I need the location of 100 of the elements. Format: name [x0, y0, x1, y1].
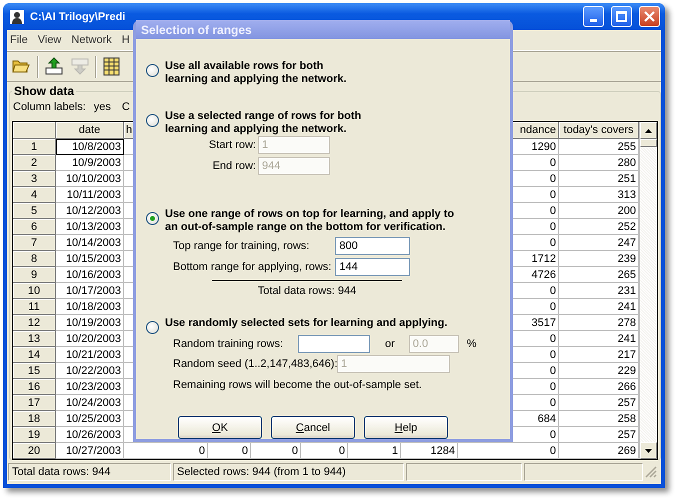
row-header[interactable]: 4 — [13, 187, 56, 203]
table-cell: 10/27/2003 — [56, 443, 124, 459]
table-cell: 0 — [458, 443, 559, 459]
field-label: End row: — [212, 159, 257, 174]
up-arrow-icon — [645, 128, 652, 132]
table-cell: 10/22/2003 — [56, 363, 124, 379]
row-header[interactable]: 7 — [13, 235, 56, 251]
table-cell: 10/21/2003 — [56, 347, 124, 363]
scrollbar[interactable] — [639, 122, 657, 459]
column-labels-label: Column labels: — [13, 100, 86, 112]
field-label: Start row: — [208, 138, 257, 153]
table-cell: 0 — [124, 443, 208, 459]
row-header[interactable]: 3 — [13, 171, 56, 187]
table-icon — [102, 57, 122, 76]
maximize-button[interactable] — [611, 6, 632, 27]
row-header[interactable]: 15 — [13, 363, 56, 379]
status-text: Total data rows: 944 — [8, 462, 171, 480]
menu-item[interactable]: File — [10, 34, 28, 46]
table-cell: 10/25/2003 — [56, 411, 124, 427]
column-header[interactable]: h — [126, 124, 132, 136]
row-header[interactable]: 1 — [13, 139, 56, 155]
maximize-icon — [616, 11, 627, 22]
table-cell: 10/18/2003 — [56, 299, 124, 315]
row-header[interactable]: 16 — [13, 379, 56, 395]
table-cell: 10/26/2003 — [56, 427, 124, 443]
table-cell: 1284 — [401, 443, 458, 459]
radio-button[interactable] — [146, 212, 159, 225]
table-cell: 10/13/2003 — [56, 219, 124, 235]
row-header[interactable]: 14 — [13, 347, 56, 363]
table-cell: 10/19/2003 — [56, 315, 124, 331]
table-cell: 10/23/2003 — [56, 379, 124, 395]
field-label: Random training rows: — [173, 338, 284, 350]
down-arrow-icon — [645, 448, 652, 452]
row-header[interactable]: 9 — [13, 267, 56, 283]
row-header[interactable]: 19 — [13, 427, 56, 443]
column-labels-value: yes — [94, 100, 111, 112]
table-cell: 10/14/2003 — [56, 235, 124, 251]
table-cell: 10/16/2003 — [56, 267, 124, 283]
row-header[interactable]: 5 — [13, 203, 56, 219]
table-cell: 10/8/2003 — [56, 139, 124, 155]
table-cell: 10/15/2003 — [56, 251, 124, 267]
resize-grip-icon — [645, 466, 657, 478]
field-label: % — [466, 338, 477, 350]
table-cell: 0 — [251, 443, 301, 459]
scroll-up-button[interactable] — [640, 122, 657, 139]
table-cell: 1 — [348, 443, 401, 459]
table-cell: 10/11/2003 — [56, 187, 124, 203]
menu-item[interactable]: View — [38, 34, 62, 46]
field-label: or — [385, 338, 395, 350]
window-title: C:\AI Trilogy\Predi — [30, 10, 126, 22]
row-header[interactable]: 10 — [13, 283, 56, 299]
table-cell: 0 — [301, 443, 348, 459]
dialog-button[interactable]: Cancel — [271, 416, 355, 439]
radio-button[interactable] — [146, 321, 159, 334]
row-header[interactable]: 20 — [13, 443, 56, 459]
table-cell: 10/24/2003 — [56, 395, 124, 411]
radio-button[interactable] — [146, 114, 159, 127]
close-icon — [644, 11, 655, 22]
minimize-icon — [590, 19, 597, 22]
input-field[interactable]: 800 — [335, 237, 410, 255]
scroll-down-button[interactable] — [640, 442, 657, 459]
table-cell: 10/12/2003 — [56, 203, 124, 219]
input-field[interactable]: 144 — [335, 258, 410, 276]
status-text: Selected rows: 944 (from 1 to 944) — [173, 462, 404, 480]
scroll-thumb[interactable] — [640, 139, 657, 147]
table-cell: 10/20/2003 — [56, 331, 124, 347]
input-field[interactable] — [298, 335, 370, 353]
row-header[interactable]: 11 — [13, 299, 56, 315]
dialog-title: Selection of ranges — [136, 20, 510, 39]
menu-item[interactable]: H — [122, 34, 130, 46]
row-header[interactable]: 12 — [13, 315, 56, 331]
table-cell: 10/10/2003 — [56, 171, 124, 187]
menu-item[interactable]: Network — [71, 34, 112, 46]
radio-option[interactable]: Use all available rows for both learning and applying the network. — [146, 60, 510, 86]
minimize-button[interactable] — [583, 6, 604, 27]
dialog-button[interactable]: Help — [364, 416, 448, 439]
field-label: Top range for training, rows: — [173, 239, 310, 254]
tray-up-arrow-icon — [44, 57, 64, 76]
radio-button[interactable] — [146, 64, 159, 77]
tray-down-arrow-icon — [70, 57, 90, 76]
dialog-button[interactable]: OK — [178, 416, 262, 439]
row-header[interactable]: 6 — [13, 219, 56, 235]
group-title: Show data — [13, 84, 76, 98]
row-header[interactable]: 13 — [13, 331, 56, 347]
row-header[interactable]: 18 — [13, 411, 56, 427]
radio-option[interactable]: Use a selected range of rows for both learning and applying the network. — [146, 110, 510, 136]
row-header[interactable]: 2 — [13, 155, 56, 171]
total-rows-text: Total data rows: 944 — [258, 285, 356, 297]
table-cell: 10/17/2003 — [56, 283, 124, 299]
field-label: Random seed (1..2,147,483,646): — [173, 358, 337, 370]
field-label: C — [122, 100, 130, 112]
row-header[interactable]: 8 — [13, 251, 56, 267]
toolbar-button[interactable] — [43, 56, 65, 77]
app-icon — [9, 8, 25, 24]
field-label: Bottom range for applying, rows: — [173, 260, 332, 275]
row-header[interactable]: 17 — [13, 395, 56, 411]
table-cell: 10/9/2003 — [56, 155, 124, 171]
close-button[interactable] — [639, 6, 660, 27]
table-cell: 0 — [208, 443, 251, 459]
note-text: Remaining rows will become the out-of-sample set. — [173, 379, 422, 391]
